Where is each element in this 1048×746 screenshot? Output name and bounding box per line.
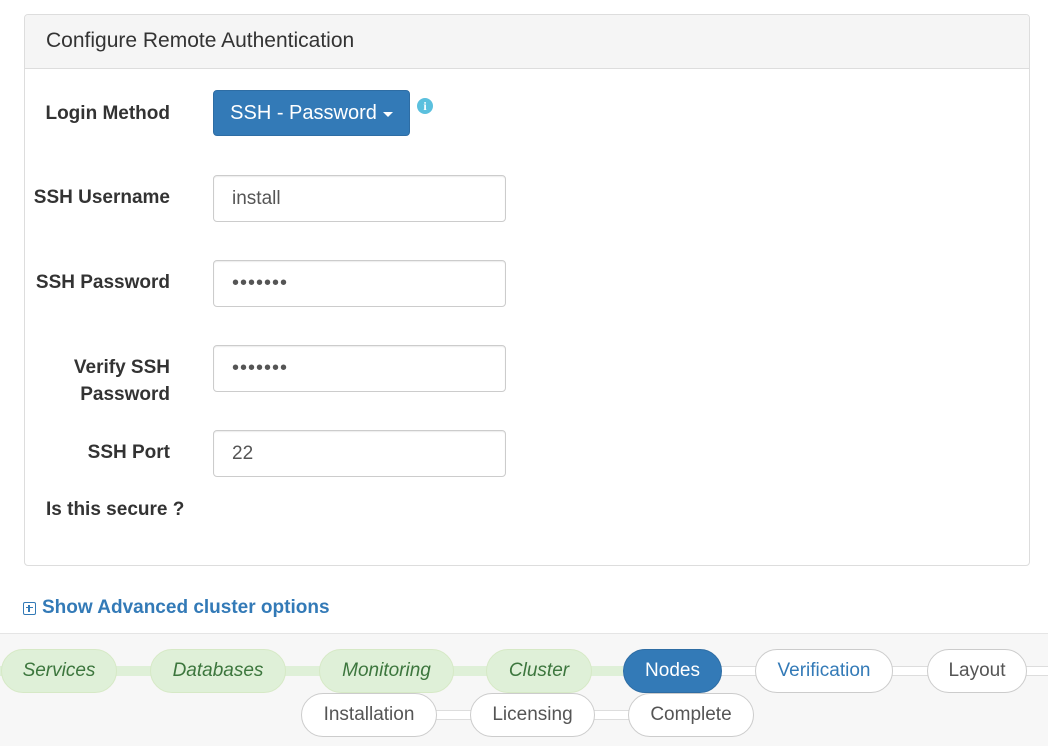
login-method-dropdown[interactable]: SSH - Password	[213, 90, 410, 136]
step-cluster[interactable]: Cluster	[486, 649, 592, 693]
step-complete[interactable]: Complete	[628, 693, 754, 737]
step-layout[interactable]: Layout	[927, 649, 1027, 693]
is-this-secure-link[interactable]: Is this secure ?	[46, 499, 184, 521]
login-method-value: SSH - Password	[230, 101, 377, 124]
remote-auth-panel: Configure Remote Authentication Login Me…	[24, 14, 1030, 566]
step-nodes[interactable]: Nodes	[623, 649, 722, 693]
wizard-steps-bar: Services Databases Monitoring Cluster No…	[0, 633, 1048, 746]
ssh-password-input[interactable]	[213, 260, 506, 307]
ssh-port-input[interactable]	[213, 430, 506, 477]
step-monitoring[interactable]: Monitoring	[319, 649, 454, 693]
step-services[interactable]: Services	[1, 649, 117, 693]
info-circle-icon[interactable]: i	[417, 98, 433, 114]
login-method-label: Login Method	[45, 103, 170, 124]
step-verification[interactable]: Verification	[755, 649, 893, 693]
plus-square-icon	[23, 601, 36, 615]
step-installation[interactable]: Installation	[301, 693, 437, 737]
ssh-username-label: SSH Username	[33, 187, 170, 208]
advanced-options-label: Show Advanced cluster options	[42, 597, 330, 618]
panel-title: Configure Remote Authentication	[25, 15, 1029, 69]
ssh-password-label: SSH Password	[35, 272, 170, 293]
ssh-port-label: SSH Port	[87, 442, 170, 463]
caret-down-icon	[382, 111, 393, 117]
step-databases[interactable]: Databases	[150, 649, 286, 693]
verify-password-label: Verify SSH Password	[73, 357, 170, 405]
step-licensing[interactable]: Licensing	[470, 693, 595, 737]
show-advanced-options-link[interactable]: Show Advanced cluster options	[23, 597, 330, 619]
verify-password-input[interactable]	[213, 345, 506, 392]
ssh-username-input[interactable]	[213, 175, 506, 222]
